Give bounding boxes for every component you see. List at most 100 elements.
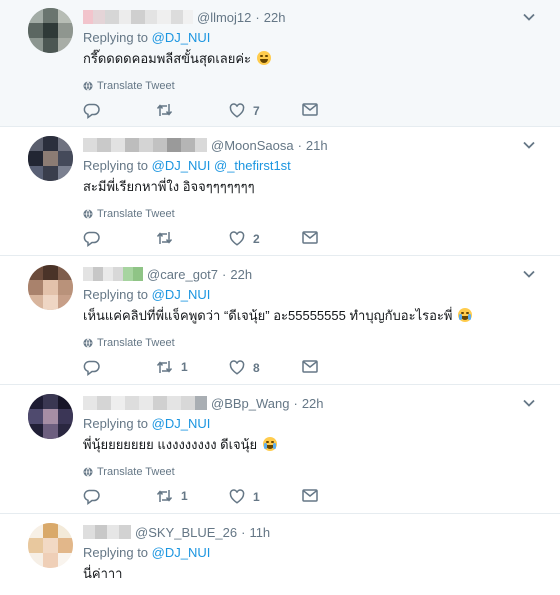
separator-dot: · — [255, 9, 260, 25]
tweet-actions: 2 — [83, 231, 343, 249]
pixelated-display-name[interactable] — [83, 525, 131, 539]
mention-link[interactable]: @DJ_NUI — [152, 416, 211, 431]
retweet-button[interactable]: 1 — [156, 360, 188, 374]
translate-tweet-link[interactable]: Translate Tweet — [83, 465, 550, 479]
like-button[interactable]: 8 — [229, 360, 260, 375]
like-count: 8 — [253, 360, 260, 375]
separator-dot: · — [293, 395, 298, 411]
reply-button[interactable] — [83, 103, 100, 119]
replying-label: Replying to — [83, 287, 149, 302]
tweet-card[interactable]: @care_got7 · 22h Replying to @DJ_NUI เห็… — [0, 256, 560, 385]
reply-icon — [83, 103, 100, 119]
pixelated-display-name[interactable] — [83, 138, 207, 152]
replying-label: Replying to — [83, 158, 149, 173]
timestamp[interactable]: 22h — [302, 396, 324, 411]
reply-icon — [83, 489, 100, 505]
chevron-down-icon[interactable] — [522, 138, 536, 152]
translate-label: Translate Tweet — [97, 208, 175, 220]
like-icon — [229, 360, 245, 375]
replying-label: Replying to — [83, 30, 149, 45]
replying-to: Replying to @DJ_NUI — [83, 28, 550, 48]
tweet-header: @care_got7 · 22h — [83, 264, 550, 284]
translate-tweet-link[interactable]: Translate Tweet — [83, 79, 550, 93]
replying-to: Replying to @DJ_NUI @_thefirst1st — [83, 156, 550, 176]
user-handle[interactable]: @BBp_Wang — [211, 396, 289, 411]
avatar[interactable] — [28, 394, 73, 439]
translate-tweet-link[interactable]: Translate Tweet — [83, 336, 550, 350]
retweet-button[interactable] — [156, 231, 181, 245]
like-icon — [229, 489, 245, 504]
replying-label: Replying to — [83, 416, 149, 431]
mention-link[interactable]: @_thefirst1st — [214, 158, 291, 173]
like-icon — [229, 103, 245, 118]
chevron-down-icon[interactable] — [522, 267, 536, 281]
direct-message-button[interactable] — [302, 103, 318, 116]
pixelated-display-name[interactable] — [83, 10, 193, 24]
translate-label: Translate Tweet — [97, 337, 175, 349]
timestamp[interactable]: 21h — [306, 138, 328, 153]
user-handle[interactable]: @SKY_BLUE_26 — [135, 525, 237, 540]
translate-label: Translate Tweet — [97, 466, 175, 478]
message-icon — [302, 103, 318, 116]
reply-feed: @llmoj12 · 22h Replying to @DJ_NUI กรี๊ด… — [0, 0, 560, 595]
pixelated-display-name[interactable] — [83, 267, 143, 281]
retweet-icon — [156, 104, 173, 116]
pixelated-display-name[interactable] — [83, 396, 207, 410]
mention-link[interactable]: @DJ_NUI — [152, 545, 211, 560]
reply-icon — [83, 360, 100, 376]
reply-button[interactable] — [83, 231, 100, 247]
retweet-button[interactable]: 1 — [156, 489, 188, 503]
translate-tweet-link[interactable]: Translate Tweet — [83, 207, 550, 221]
avatar[interactable] — [28, 523, 73, 568]
like-button[interactable]: 7 — [229, 103, 260, 118]
like-button[interactable]: 1 — [229, 489, 260, 504]
tweet-header: @llmoj12 · 22h — [83, 7, 550, 27]
chevron-down-icon[interactable] — [522, 396, 536, 410]
timestamp[interactable]: 22h — [264, 10, 286, 25]
crying-face-emoji-icon — [262, 437, 277, 451]
tweet-text: เห็นแค่คลิปที่พี่แจ็คพูดว่า “ดีเจนุ้ย” อ… — [83, 307, 550, 327]
globe-icon — [83, 209, 93, 219]
translate-label: Translate Tweet — [97, 80, 175, 92]
tweet-body: เห็นแค่คลิปที่พี่แจ็คพูดว่า “ดีเจนุ้ย” อ… — [83, 308, 453, 323]
avatar[interactable] — [28, 265, 73, 310]
like-button[interactable]: 2 — [229, 231, 260, 246]
timestamp[interactable]: 22h — [230, 267, 252, 282]
direct-message-button[interactable] — [302, 231, 318, 244]
retweet-icon — [156, 490, 173, 502]
tweet-card[interactable]: @SKY_BLUE_26 · 11h Replying to @DJ_NUI น… — [0, 514, 560, 595]
replying-to: Replying to @DJ_NUI — [83, 543, 550, 563]
message-icon — [302, 231, 318, 244]
tweet-actions: 1 8 — [83, 360, 343, 378]
laughing-crying-emoji-icon — [256, 51, 271, 65]
tweet-text: นี่ค่าาา — [83, 565, 550, 585]
reply-button[interactable] — [83, 489, 100, 505]
chevron-down-icon[interactable] — [522, 10, 536, 24]
tweet-header: @BBp_Wang · 22h — [83, 393, 550, 413]
user-handle[interactable]: @MoonSaosa — [211, 138, 294, 153]
tweet-body: สะมีพี่เรียกหาพี่ใง อิจจๆๆๆๆๆๆๆ — [83, 179, 255, 194]
avatar[interactable] — [28, 8, 73, 53]
reply-button[interactable] — [83, 360, 100, 376]
message-icon — [302, 489, 318, 502]
user-handle[interactable]: @llmoj12 — [197, 10, 251, 25]
tweet-card[interactable]: @MoonSaosa · 21h Replying to @DJ_NUI @_t… — [0, 127, 560, 256]
like-count: 7 — [253, 103, 260, 118]
direct-message-button[interactable] — [302, 360, 318, 373]
mention-link[interactable]: @DJ_NUI — [152, 287, 211, 302]
avatar[interactable] — [28, 136, 73, 181]
tweet-body: กรี๊ดดดดคอมพลีสขั้นสุดเลยค่ะ — [83, 51, 252, 66]
mention-link[interactable]: @DJ_NUI — [152, 158, 211, 173]
separator-dot: · — [241, 524, 246, 540]
mention-link[interactable]: @DJ_NUI — [152, 30, 211, 45]
tweet-card[interactable]: @BBp_Wang · 22h Replying to @DJ_NUI พี่น… — [0, 385, 560, 514]
message-icon — [302, 360, 318, 373]
globe-icon — [83, 81, 93, 91]
tweet-card[interactable]: @llmoj12 · 22h Replying to @DJ_NUI กรี๊ด… — [0, 0, 560, 127]
timestamp[interactable]: 11h — [249, 525, 270, 540]
retweet-button[interactable] — [156, 103, 181, 117]
like-icon — [229, 231, 245, 246]
tweet-actions: 7 — [83, 103, 343, 121]
user-handle[interactable]: @care_got7 — [147, 267, 218, 282]
direct-message-button[interactable] — [302, 489, 318, 502]
